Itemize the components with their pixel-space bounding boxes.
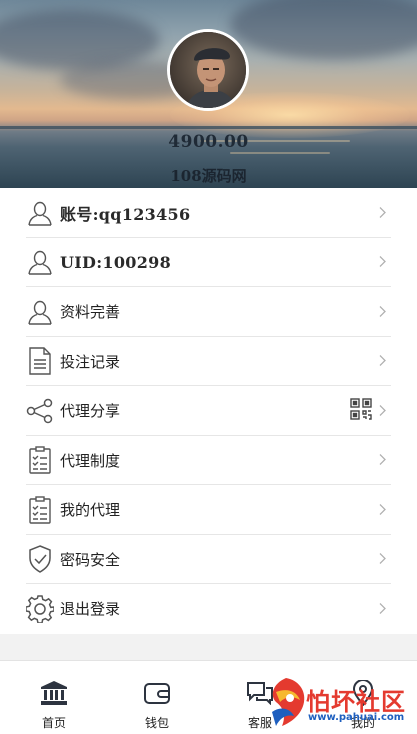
clipboard-list-icon — [26, 496, 54, 524]
nav-label: 钱包 — [144, 716, 169, 730]
nav-customer-service[interactable]: 客服 — [208, 661, 312, 734]
menu-item-password-security[interactable]: 密码安全 — [0, 535, 417, 585]
nav-mine[interactable]: 我的 — [311, 661, 415, 734]
user-icon — [26, 199, 54, 227]
account-balance: 4900.00 — [168, 132, 249, 152]
menu-item-label: 投注记录 — [60, 352, 121, 371]
chevron-right-icon — [379, 550, 387, 569]
menu-item-uid[interactable]: UID:100298 — [0, 238, 417, 288]
share-icon — [26, 397, 54, 425]
qr-code-icon[interactable] — [350, 398, 372, 424]
profile-header: 4900.00 108源码网 — [0, 0, 417, 188]
menu-item-label: 退出登录 — [60, 600, 121, 619]
nav-wallet[interactable]: 钱包 — [105, 661, 209, 734]
chevron-right-icon — [379, 203, 387, 222]
chevron-right-icon — [379, 500, 387, 519]
chevron-right-icon — [379, 302, 387, 321]
clipboard-list-icon — [26, 446, 54, 474]
chevron-right-icon — [379, 451, 387, 470]
chat-icon — [246, 679, 274, 707]
document-icon — [26, 347, 54, 375]
nav-label: 客服 — [247, 716, 272, 730]
header-background-cloud — [230, 0, 417, 60]
user-icon — [26, 298, 54, 326]
wallet-icon — [144, 679, 170, 707]
menu-item-my-agents[interactable]: 我的代理 — [0, 485, 417, 535]
location-icon — [352, 679, 374, 707]
menu-item-label: 资料完善 — [60, 303, 121, 322]
menu-item-account[interactable]: 账号:qq123456 — [0, 188, 417, 238]
menu-item-profile[interactable]: 资料完善 — [0, 287, 417, 337]
avatar[interactable] — [167, 29, 249, 111]
nav-label: 我的 — [350, 716, 375, 730]
account-menu: 账号:qq123456 UID:100298 资料完善 投注记录 代理分享 代理… — [0, 188, 417, 634]
nav-home[interactable]: 首页 — [2, 661, 106, 734]
menu-item-label: 我的代理 — [60, 501, 121, 520]
menu-item-label: 代理制度 — [60, 451, 121, 470]
bottom-navigation: 首页 钱包 客服 我的 — [0, 660, 417, 734]
menu-item-agent-share[interactable]: 代理分享 — [0, 386, 417, 436]
header-water-ripple — [230, 152, 330, 154]
menu-item-label: 账号:qq123456 — [60, 204, 191, 224]
header-horizon — [0, 126, 417, 129]
gear-icon — [26, 595, 54, 623]
menu-item-bet-records[interactable]: 投注记录 — [0, 337, 417, 387]
chevron-right-icon — [379, 352, 387, 371]
nav-label: 首页 — [41, 716, 66, 730]
chevron-right-icon — [379, 253, 387, 272]
menu-item-label: UID:100298 — [60, 252, 172, 272]
menu-item-agent-policy[interactable]: 代理制度 — [0, 436, 417, 486]
bank-icon — [41, 679, 67, 707]
site-name: 108源码网 — [170, 167, 247, 185]
shield-check-icon — [26, 545, 54, 574]
menu-item-logout[interactable]: 退出登录 — [0, 584, 417, 634]
chevron-right-icon — [379, 401, 387, 420]
menu-item-label: 代理分享 — [60, 402, 121, 421]
chevron-right-icon — [379, 599, 387, 618]
menu-item-label: 密码安全 — [60, 550, 121, 569]
user-icon — [26, 248, 54, 276]
